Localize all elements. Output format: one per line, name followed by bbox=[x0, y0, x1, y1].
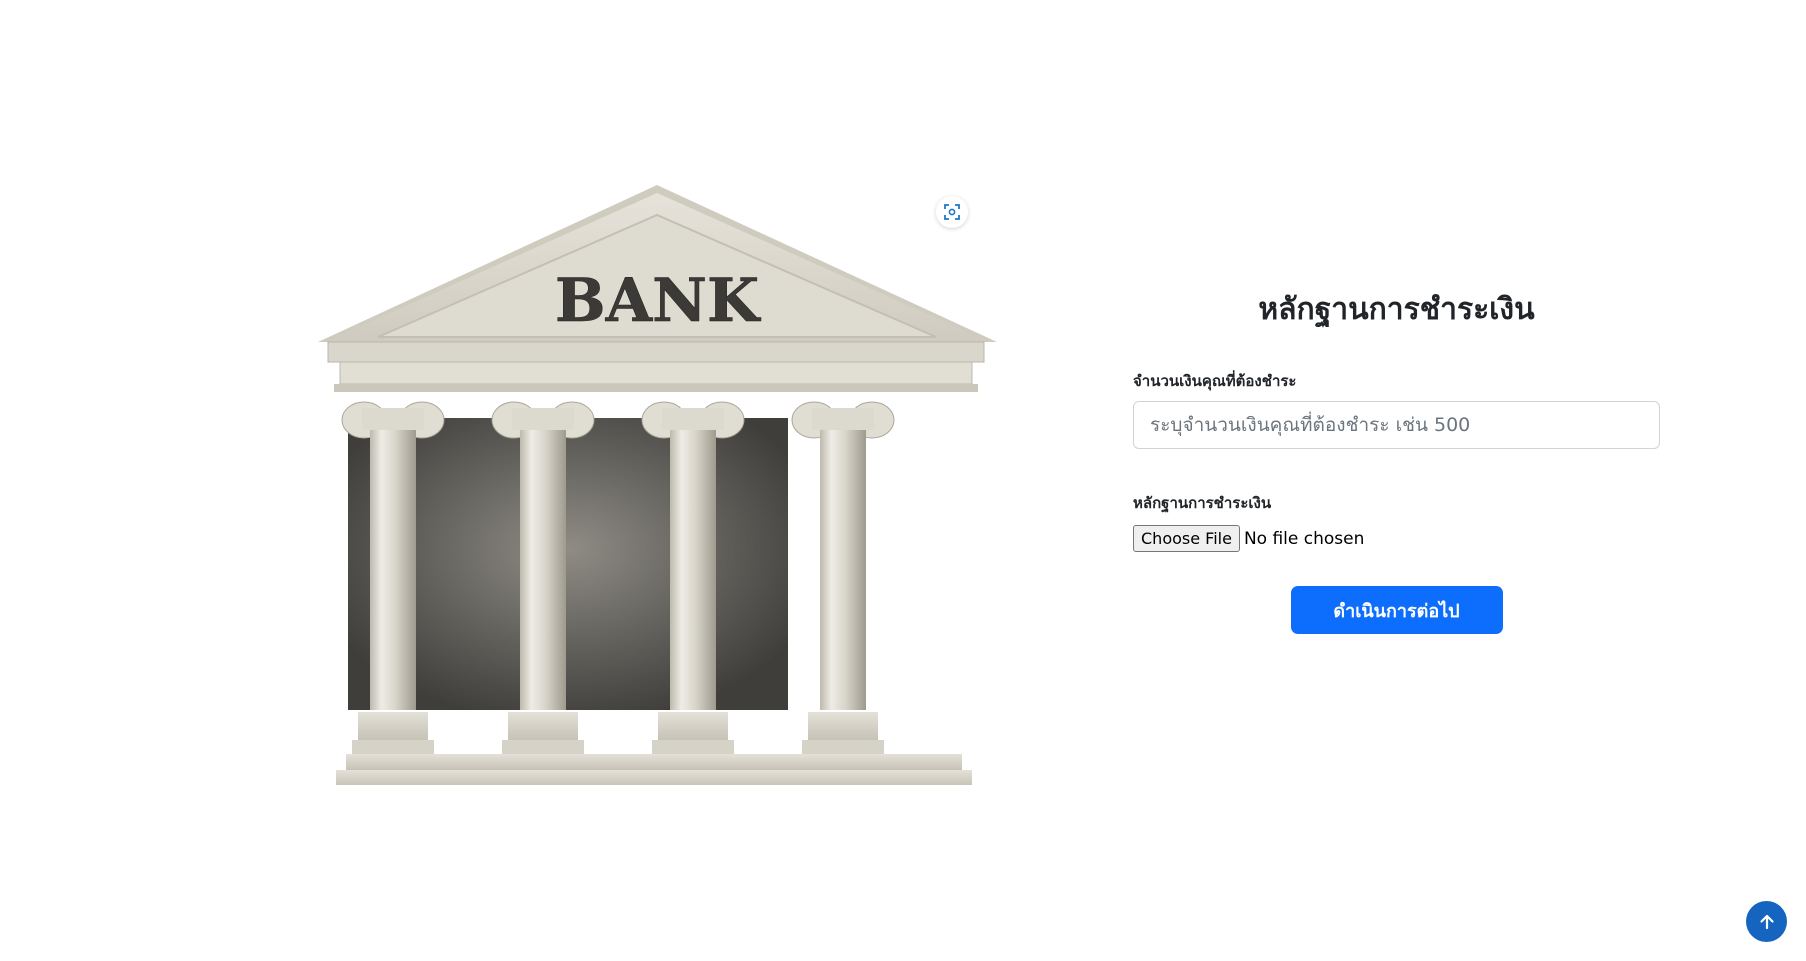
file-status: No file chosen bbox=[1243, 528, 1365, 549]
step-1 bbox=[346, 754, 962, 770]
arrow-up-icon bbox=[1759, 914, 1774, 929]
continue-button[interactable]: ดำเนินการต่อไป bbox=[1290, 586, 1503, 634]
choose-file-button[interactable]: Choose File bbox=[1133, 525, 1240, 552]
bank-sign: BANK bbox=[555, 266, 761, 336]
scroll-top-button[interactable] bbox=[1746, 901, 1787, 942]
bank-illustration: BANK bbox=[300, 185, 1000, 785]
cornice bbox=[327, 341, 985, 363]
proof-label: หลักฐานการชำระเงิน bbox=[1133, 494, 1272, 512]
column-4 bbox=[791, 401, 895, 754]
scan-button[interactable] bbox=[936, 196, 968, 228]
amount-input[interactable] bbox=[1133, 401, 1660, 449]
frieze bbox=[334, 384, 978, 392]
scan-focus-icon bbox=[944, 204, 960, 220]
form-title: หลักฐานการชำระเงิน bbox=[1258, 292, 1535, 327]
file-input: Choose File No file chosen bbox=[1133, 525, 1660, 552]
payment-proof-form: หลักฐานการชำระเงิน จำนวนเงินคุณที่ต้องชำ… bbox=[1133, 290, 1660, 634]
amount-label: จำนวนเงินคุณที่ต้องชำระ bbox=[1133, 372, 1297, 390]
architrave bbox=[339, 361, 973, 385]
step-2 bbox=[336, 770, 972, 785]
